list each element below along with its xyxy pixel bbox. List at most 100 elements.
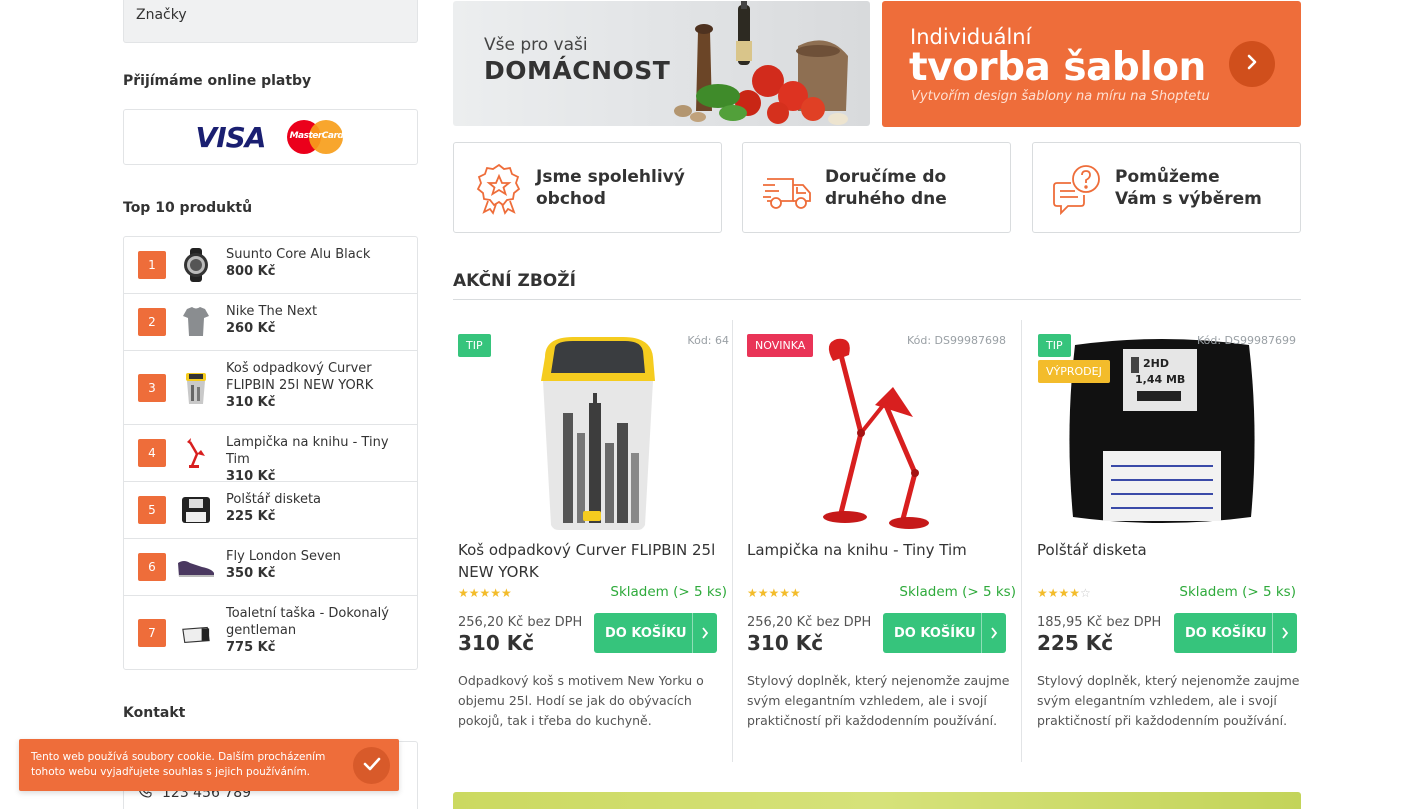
checkmark-icon: [363, 756, 381, 775]
section-title: AKČNÍ ZBOŽÍ: [453, 271, 576, 291]
add-to-cart-label: DO KOŠÍKU: [1185, 625, 1267, 641]
product-name[interactable]: Toaletní taška - Dokonalý gentleman: [226, 605, 403, 639]
product-price: 310 Kč: [747, 631, 824, 655]
product-price: 800 Kč: [226, 264, 276, 279]
template-banner[interactable]: Individuální tvorba šablon Vytvořím desi…: [882, 1, 1301, 127]
product-code: Kód: DS99987698: [906, 334, 1006, 347]
benefit-text: Pomůžeme Vám s výběrem: [1115, 166, 1262, 209]
flag-tip: TIP: [1038, 334, 1071, 357]
trash-bin-thumbnail: [181, 372, 211, 406]
add-to-cart-button[interactable]: DO KOŠÍKU: [883, 613, 1006, 653]
product-description: Stylový doplněk, který nejenomže zaujme …: [747, 673, 1010, 728]
benefit-delivery: Doručíme do druhého dne: [742, 142, 1011, 233]
flag-tip: TIP: [458, 334, 491, 357]
product-name[interactable]: Nike The Next: [226, 303, 317, 320]
product-name[interactable]: Lampička na knihu - Tiny Tim: [226, 434, 403, 468]
template-banner-title: tvorba šablon: [909, 45, 1206, 90]
chevron-right-icon: [981, 613, 1006, 653]
product-name[interactable]: Koš odpadkový Curver FLIPBIN 25l NEW YOR…: [458, 539, 723, 583]
toiletry-bag-thumbnail: [181, 617, 211, 651]
rating-stars: ★★★★☆: [1037, 586, 1091, 600]
product-name[interactable]: Suunto Core Alu Black: [226, 246, 370, 263]
benefit-text: Jsme spolehlivý obchod: [536, 166, 685, 209]
pillow-thumbnail: [181, 493, 211, 527]
chevron-right-icon: [692, 613, 717, 653]
mastercard-label: MasterCard: [289, 131, 344, 141]
mastercard-logo: MasterCard: [287, 119, 345, 155]
visa-logo: VISA: [195, 120, 267, 154]
product-price: 310 Kč: [226, 395, 276, 410]
sidebar: Značky Přijímáme online platby VISA Mast…: [123, 0, 418, 809]
template-banner-tagline: Vytvořím design šablony na míru na Shopt…: [911, 89, 1210, 104]
home-banner-title: DOMÁCNOST: [484, 56, 671, 85]
top-product-item[interactable]: 3 Koš odpadkový Curver FLIPBIN 25l NEW Y…: [124, 351, 417, 425]
rank-badge: 4: [138, 439, 166, 467]
cookie-text: Tento web používá soubory cookie. Dalším…: [31, 751, 326, 778]
product-description: Stylový doplněk, který nejenomže zaujme …: [1037, 673, 1300, 728]
cookie-bar: Tento web používá soubory cookie. Dalším…: [19, 739, 399, 791]
benefit-text: Doručíme do druhého dne: [825, 166, 947, 209]
benefit-help: Pomůžeme Vám s výběrem: [1032, 142, 1301, 233]
delivery-truck-icon: [761, 161, 815, 215]
product-image[interactable]: [453, 328, 743, 538]
add-to-cart-button[interactable]: DO KOŠÍKU: [594, 613, 717, 653]
payments-heading: Přijímáme online platby: [123, 73, 312, 89]
rank-badge: 3: [138, 374, 166, 402]
top-product-item[interactable]: 6 Fly London Seven 350 Kč: [124, 539, 417, 596]
rank-badge: 2: [138, 308, 166, 336]
home-banner[interactable]: Vše pro vaši DOMÁCNOST: [453, 1, 870, 126]
product-price: 225 Kč: [226, 509, 276, 524]
tshirt-thumbnail: [181, 305, 211, 339]
product-name[interactable]: Polštář disketa: [226, 491, 321, 508]
chat-help-icon: [1051, 161, 1105, 215]
top-product-item[interactable]: 2 Nike The Next 260 Kč: [124, 294, 417, 351]
top-product-item[interactable]: 5 Polštář disketa 225 Kč: [124, 482, 417, 539]
product-card: TIP Kód: 64 Koš odpadkový Curver FLIPBIN…: [453, 320, 743, 762]
product-name[interactable]: Koš odpadkový Curver FLIPBIN 25l NEW YOR…: [226, 360, 403, 394]
top-products-list: 1 Suunto Core Alu Black 800 Kč 2 Nike Th…: [123, 236, 418, 670]
top-product-item[interactable]: 1 Suunto Core Alu Black 800 Kč: [124, 237, 417, 294]
add-to-cart-label: DO KOŠÍKU: [605, 625, 687, 641]
banner-arrow-button[interactable]: [1229, 41, 1275, 87]
home-banner-subtitle: Vše pro vaši: [484, 35, 588, 55]
brands-label: Značky: [136, 7, 187, 23]
add-to-cart-label: DO KOŠÍKU: [894, 625, 976, 641]
stock-status: Skladem (> 5 ks): [899, 584, 1016, 600]
product-price: 260 Kč: [226, 321, 276, 336]
product-description: Odpadkový koš s motivem New Yorku o obje…: [458, 673, 704, 728]
rank-badge: 1: [138, 251, 166, 279]
product-price: 310 Kč: [226, 469, 276, 484]
product-price: 350 Kč: [226, 566, 276, 581]
rank-badge: 6: [138, 553, 166, 581]
brands-menu-item[interactable]: Značky: [123, 0, 418, 43]
rating-stars: ★★★★★: [458, 586, 512, 600]
rank-badge: 5: [138, 496, 166, 524]
cookie-accept-button[interactable]: [353, 747, 390, 784]
product-code: Kód: DS99987699: [1196, 334, 1296, 347]
badge-star-icon: [472, 161, 526, 215]
stock-status: Skladem (> 5 ks): [1179, 584, 1296, 600]
product-price: 225 Kč: [1037, 631, 1114, 655]
chevron-right-icon: [1272, 613, 1297, 653]
contact-heading: Kontakt: [123, 705, 186, 721]
top-product-item[interactable]: 4 Lampička na knihu - Tiny Tim 310 Kč: [124, 425, 417, 484]
lamp-thumbnail: [181, 436, 211, 470]
chevron-right-icon: [1246, 54, 1258, 74]
payment-logos: VISA MasterCard: [123, 109, 418, 165]
product-image[interactable]: [733, 328, 1022, 538]
flag-new: NOVINKA: [747, 334, 814, 357]
vegetables-image: [674, 1, 848, 125]
product-name[interactable]: Lampička na knihu - Tiny Tim: [747, 539, 1012, 561]
price-without-vat: 256,20 Kč bez DPH: [458, 615, 583, 630]
product-name[interactable]: Fly London Seven: [226, 548, 341, 565]
add-to-cart-button[interactable]: DO KOŠÍKU: [1174, 613, 1297, 653]
price-without-vat: 256,20 Kč bez DPH: [747, 615, 872, 630]
product-card: 2HD 1,44 MB TIP VÝPRODEJ Kód: DS99987699…: [1021, 320, 1301, 762]
product-code: Kód: 64: [687, 334, 729, 347]
product-card: NOVINKA Kód: DS99987698 Lampička na knih…: [732, 320, 1022, 762]
benefit-reliable: Jsme spolehlivý obchod: [453, 142, 722, 233]
bottom-banner[interactable]: [453, 792, 1301, 809]
stock-status: Skladem (> 5 ks): [610, 584, 727, 600]
top-product-item[interactable]: 7 Toaletní taška - Dokonalý gentleman 77…: [124, 596, 417, 669]
product-name[interactable]: Polštář disketa: [1037, 539, 1302, 561]
